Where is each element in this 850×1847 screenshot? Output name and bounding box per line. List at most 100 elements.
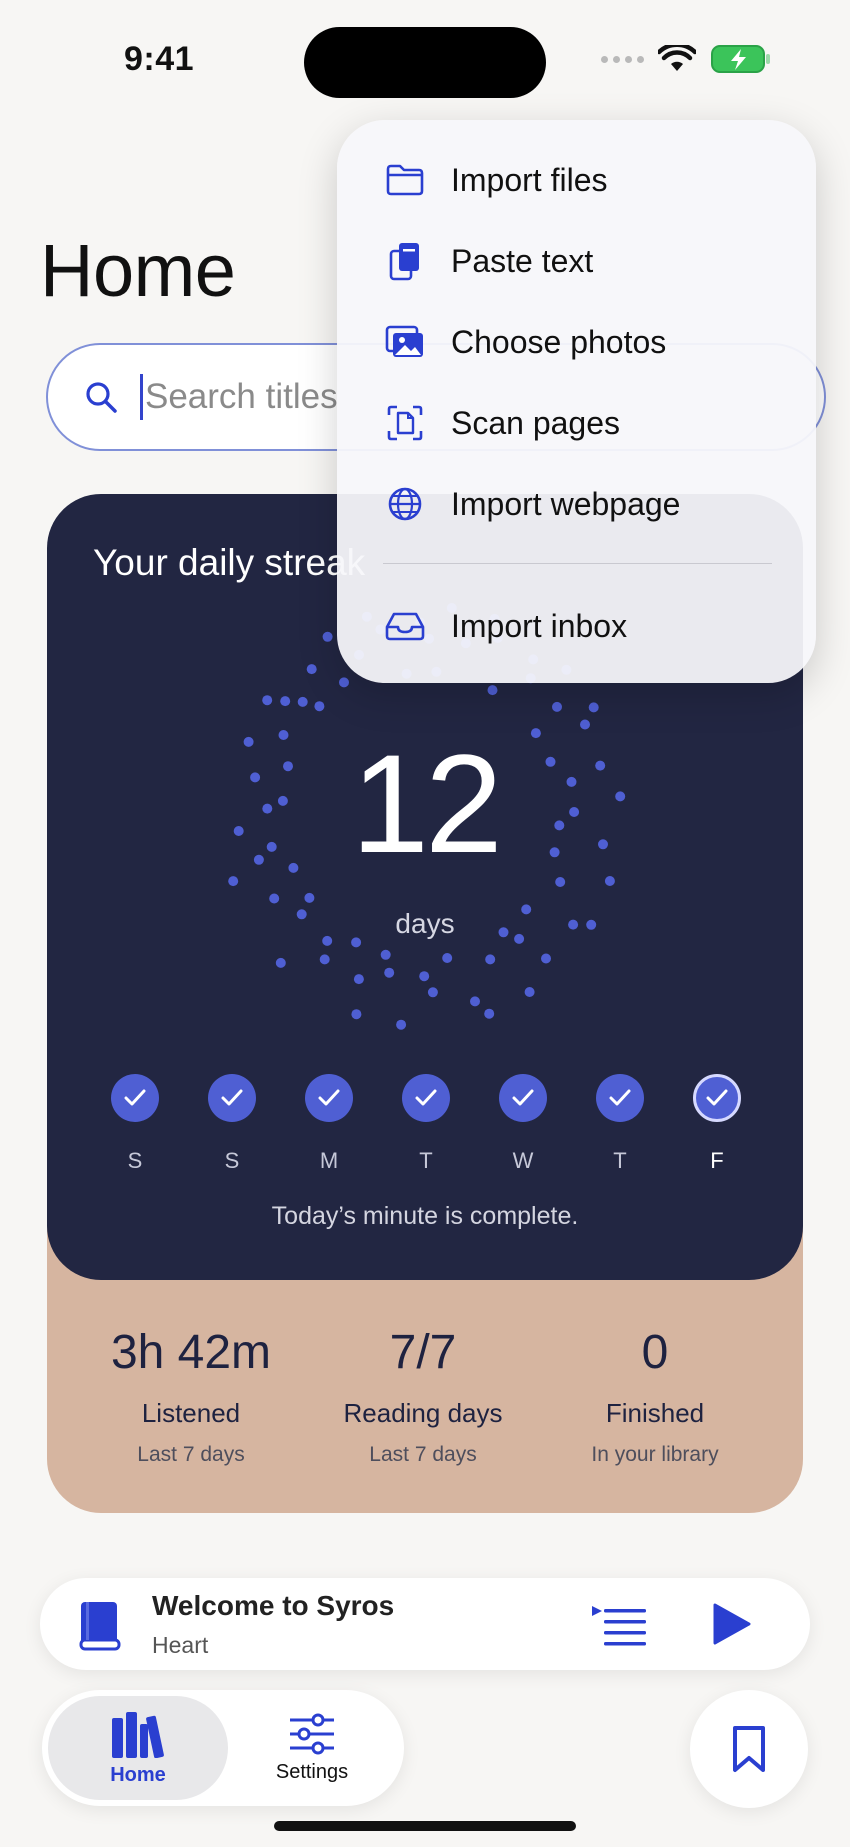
stat-sub: Last 7 days [369,1443,477,1466]
streak-dot [442,953,453,963]
streak-dot [555,877,566,887]
streak-dot [487,685,498,696]
streak-dot [384,967,395,978]
streak-dot [262,695,273,706]
menu-item-label: Import webpage [451,485,681,522]
streak-dot [380,949,391,960]
weekday-6: F [693,1074,741,1174]
book-icon [79,1602,121,1651]
checkmark-icon [305,1074,353,1122]
streak-unit: days [395,908,455,939]
queue-list-icon[interactable] [590,1604,648,1648]
streak-dot [604,876,615,886]
library-books-icon [112,1711,164,1758]
streak-dot [275,957,286,968]
menu-item-paste-text[interactable]: Paste text [337,221,816,301]
streak-dot [580,719,590,730]
streak-dot [322,631,333,642]
page-title: Home [40,229,236,312]
weekday-label: S [224,1148,240,1173]
menu-item-scan-pages[interactable]: Scan pages [337,383,816,463]
weekday-0: S [111,1074,159,1174]
dynamic-island [304,27,546,98]
import-menu: Import files Paste text Choose photos Sc… [337,120,816,683]
weekday-label: T [613,1148,627,1173]
streak-dot [228,876,239,887]
wifi-icon [658,45,696,71]
weekday-label: T [419,1148,433,1173]
stat-sub: Last 7 days [137,1443,245,1466]
streak-dot [314,701,325,712]
streak-dot [339,677,349,688]
text-cursor [140,374,143,420]
streak-dot [427,987,438,998]
checkmark-icon [596,1074,644,1122]
stat-label: Listened [141,1398,241,1428]
streak-dot [269,893,280,904]
player-subtitle: Heart [152,1632,209,1658]
menu-separator [383,563,772,564]
play-icon[interactable] [712,1602,752,1646]
weekday-2: M [305,1074,353,1174]
streak-dot [319,954,330,965]
bookmark-icon [733,1726,765,1772]
menu-item-choose-photos[interactable]: Choose photos [337,302,816,382]
weekday-label: W [512,1148,534,1173]
scan-icon [385,403,425,443]
checkmark-icon [693,1074,741,1122]
checkmark-icon [402,1074,450,1122]
tray-icon [385,606,425,646]
weekday-4: W [499,1074,547,1174]
bookmark-button[interactable] [690,1690,808,1808]
tab-settings-label: Settings [275,1760,349,1783]
stat-label: Reading days [343,1398,503,1428]
weekday-3: T [402,1074,450,1174]
cellular-signal-icon [601,55,644,63]
weekday-row: SSMTWTF [111,1074,741,1174]
search-icon [86,382,117,413]
streak-dot [396,1019,407,1030]
streak-dot [353,974,364,985]
menu-item-label: Paste text [451,242,594,279]
sliders-icon [290,1713,334,1754]
streak-dot [485,954,496,965]
tab-home-label: Home [110,1763,166,1786]
streak-count: 12 [351,725,503,882]
streak-dot [306,664,317,675]
stat-value: 7/7 [389,1326,457,1379]
stat-value: 3h 42m [110,1326,272,1379]
menu-item-import-inbox[interactable]: Import inbox [337,586,816,666]
streak-dot [304,892,315,903]
weekday-label: M [319,1148,339,1173]
globe-icon [385,484,425,524]
weekday-label: S [127,1148,143,1173]
tab-settings[interactable]: Settings [222,1696,402,1800]
stat-label: Finished [605,1398,705,1428]
menu-item-import-webpage[interactable]: Import webpage [337,464,816,544]
streak-dot [419,971,430,982]
checkmark-icon [208,1074,256,1122]
stat-finished: 0 Finished In your library [539,1325,771,1467]
stat-sub: In your library [591,1443,719,1466]
mini-player[interactable]: Welcome to Syros Heart [40,1578,810,1670]
checkmark-icon [111,1074,159,1122]
tab-home[interactable]: Home [48,1696,228,1800]
weekday-5: T [596,1074,644,1174]
menu-item-import-files[interactable]: Import files [337,140,816,220]
status-time: 9:41 [124,40,195,78]
streak-dot [280,696,291,707]
streak-dot [470,996,480,1007]
menu-item-label: Scan pages [451,404,621,441]
streak-dot [484,1008,495,1019]
menu-item-label: Import inbox [451,607,628,644]
status-icons [601,44,772,74]
photos-icon [385,322,425,362]
streak-dot [541,953,551,964]
streak-dot [552,701,562,712]
menu-item-label: Choose photos [451,323,667,360]
streak-dot [351,1009,362,1020]
streak-dot [588,702,599,713]
weekday-1: S [208,1074,256,1174]
stat-reading-days: 7/7 Reading days Last 7 days [307,1325,539,1467]
streak-dot [524,987,535,997]
